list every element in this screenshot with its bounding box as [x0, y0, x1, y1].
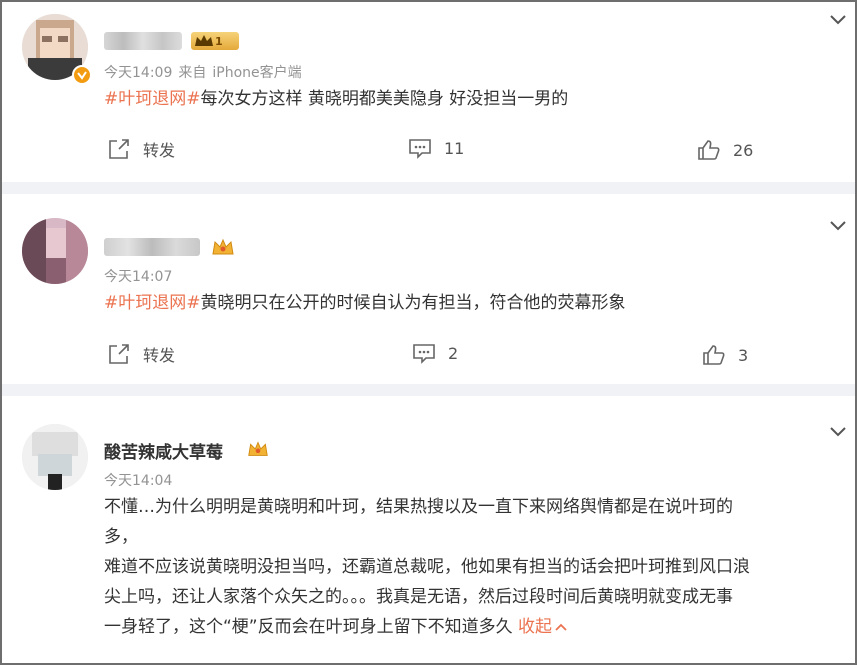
repost-button[interactable]: 转发 [107, 137, 175, 161]
post-text: 不懂…为什么明明是黄晓明和叶珂，结果热搜以及一直下来网络舆情都是在说叶珂的 多，… [104, 492, 844, 642]
post-body-line: 不懂…为什么明明是黄晓明和叶珂，结果热搜以及一直下来网络舆情都是在说叶珂的 [104, 497, 733, 517]
post-body-line: 一身轻了，这个“梗”反而会在叶珂身上留下不知道多久 收起 [104, 612, 844, 642]
avatar[interactable] [22, 424, 88, 490]
avatar[interactable] [22, 218, 88, 284]
comment-count: 11 [444, 138, 465, 158]
source-device[interactable]: iPhone客户端 [212, 65, 301, 81]
username[interactable]: 酸苦辣咸大草莓 [104, 438, 223, 463]
post-body-line: 尖上吗，还让人家落个众矢之的。。。我真是无语，然后过段时间后黄晓明就变成无事 [104, 587, 733, 607]
comment-button[interactable]: 2 [412, 342, 458, 364]
weibo-comment-feed: 1 今天14:09 来自 iPhone客户端 #叶珂退网#每次女方这样 黄晓明都美美… [0, 0, 857, 665]
post-body-line: 难道不应该说黄晓明没担当吗，还霸道总裁呢，他如果有担当的话会把叶珂推到风口浪 [104, 557, 750, 577]
like-button[interactable]: 26 [697, 139, 753, 161]
crown-icon [246, 438, 270, 464]
comment-button[interactable]: 11 [408, 137, 464, 159]
post-body-tail: 一身轻了，这个“梗”反而会在叶珂身上留下不知道多久 [104, 617, 513, 637]
repost-icon [109, 344, 129, 364]
collapse-button[interactable]: 收起 [518, 617, 568, 637]
like-count: 26 [733, 140, 754, 160]
separator [2, 182, 855, 194]
post-time[interactable]: 今天14:07 [104, 269, 172, 285]
post-body: 黄晓明只在公开的时候自认为有担当，符合他的荧幕形象 [200, 293, 626, 313]
repost-label: 转发 [143, 346, 176, 365]
post-1: 1 今天14:09 来自 iPhone客户端 #叶珂退网#每次女方这样 黄晓明都美美… [2, 2, 855, 182]
vip-level: 1 [215, 34, 223, 48]
username-blurred[interactable] [104, 32, 182, 50]
comment-icon [413, 344, 435, 364]
repost-label: 转发 [143, 141, 176, 160]
username-blurred[interactable] [104, 238, 200, 256]
source-prefix: 来自 [178, 65, 207, 81]
hashtag-link[interactable]: #叶珂退网# [104, 89, 201, 109]
like-count: 3 [738, 345, 749, 365]
chevron-down-icon[interactable] [829, 426, 847, 438]
crown-icon [210, 236, 236, 262]
chevron-up-icon [555, 623, 567, 631]
verified-badge-icon [72, 65, 92, 85]
post-body-line: 多， [104, 527, 138, 547]
action-bar: 转发 11 26 [2, 137, 855, 167]
post-body: 每次女方这样 黄晓明都美美隐身 好没担当一男的 [200, 89, 569, 109]
repost-icon [109, 139, 129, 159]
like-icon [698, 140, 720, 160]
comment-icon [409, 139, 431, 159]
post-2: 今天14:07 #叶珂退网#黄晓明只在公开的时候自认为有担当，符合他的荧幕形象 … [2, 194, 855, 384]
like-button[interactable]: 3 [702, 344, 748, 366]
repost-button[interactable]: 转发 [107, 342, 175, 366]
collapse-label: 收起 [518, 617, 553, 637]
post-text: #叶珂退网#黄晓明只在公开的时候自认为有担当，符合他的荧幕形象 [104, 288, 824, 318]
chevron-down-icon[interactable] [829, 14, 847, 26]
like-icon [703, 345, 725, 365]
comment-count: 2 [448, 343, 459, 363]
post-meta: 今天14:09 来自 iPhone客户端 [104, 62, 302, 82]
post-time[interactable]: 今天14:04 [104, 473, 172, 489]
vip-badge-icon: 1 [191, 32, 239, 50]
hashtag-link[interactable]: #叶珂退网# [104, 293, 201, 313]
post-time[interactable]: 今天14:09 [104, 65, 172, 81]
chevron-down-icon[interactable] [829, 220, 847, 232]
post-meta: 今天14:04 [104, 470, 172, 490]
post-meta: 今天14:07 [104, 266, 172, 286]
post-3: 酸苦辣咸大草莓 今天14:04 不懂…为什么明明是黄晓明和叶珂，结果热搜以及一直… [2, 396, 855, 663]
separator [2, 384, 855, 396]
action-bar: 转发 2 3 [2, 342, 855, 372]
post-text: #叶珂退网#每次女方这样 黄晓明都美美隐身 好没担当一男的 [104, 84, 824, 114]
